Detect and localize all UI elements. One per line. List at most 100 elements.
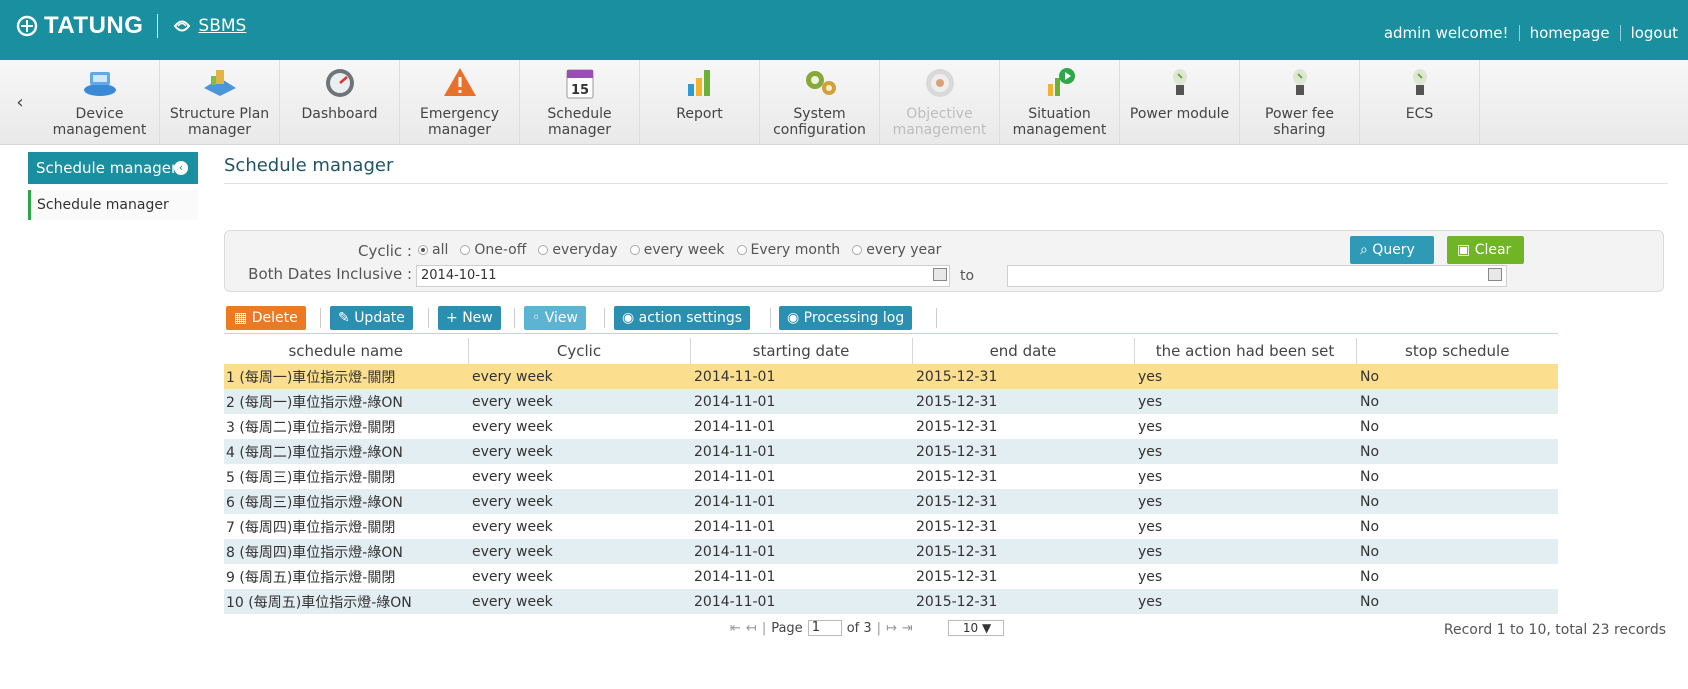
table-row[interactable]: 5 (每周三)車位指示燈-關閉 every week 2014-11-01 2015-… <box>224 464 1558 489</box>
column-header[interactable]: starting date <box>690 338 913 364</box>
table-cell: 2015-12-31 <box>912 364 1134 389</box>
prev-page-icon[interactable]: ↤ <box>746 621 757 636</box>
column-header[interactable]: stop schedule <box>1356 338 1558 364</box>
nav-structure-plan-manager[interactable]: Structure Plan manager <box>160 60 280 144</box>
nav-objective-management[interactable]: Objective management <box>880 60 1000 144</box>
nav-situation-management[interactable]: Situation management <box>1000 60 1120 144</box>
query-button[interactable]: ⌕ Query <box>1350 236 1434 264</box>
sidebar-title: Schedule manager <box>36 159 178 177</box>
top-header: TATUNG SBMS admin welcome! homepage logo… <box>0 0 1688 60</box>
logo-divider <box>157 14 159 38</box>
last-page-icon[interactable]: ⇥ <box>902 621 913 636</box>
table-cell: 7 (每周四)車位指示燈-關閉 <box>226 519 396 536</box>
table-row[interactable]: 10 (每周五)車位指示燈-綠ON every week 2014-11-01 201… <box>224 589 1558 614</box>
date-from-input[interactable]: 2014-10-11 <box>416 265 950 287</box>
update-button[interactable]: ✎ Update <box>330 306 413 330</box>
nav-power-fee-sharing[interactable]: Power fee sharing <box>1240 60 1360 144</box>
radio-dot <box>418 245 428 255</box>
dates-label: Both Dates Inclusive : <box>248 265 412 283</box>
table-cell: every week <box>468 364 690 389</box>
table-cell: every week <box>472 568 553 585</box>
homepage-link[interactable]: homepage <box>1520 24 1620 42</box>
column-header[interactable]: Cyclic <box>468 338 691 364</box>
table-cell: yes <box>1134 364 1356 389</box>
calendar-picker-icon[interactable] <box>933 268 947 281</box>
date-to-input[interactable] <box>1007 265 1507 287</box>
table-cell: yes <box>1138 468 1163 485</box>
column-header[interactable]: the action had been set <box>1134 338 1357 364</box>
table-row[interactable]: 7 (每周四)車位指示燈-關閉 every week 2014-11-01 2015-… <box>224 514 1558 539</box>
svg-text:15: 15 <box>570 83 588 98</box>
table-cell: 2014-11-01 <box>694 468 776 485</box>
nav-prev-button[interactable]: ‹ <box>0 60 40 144</box>
cyclic-radio-every-month[interactable]: Every month <box>736 242 840 258</box>
page-size-select[interactable]: 10 ▼ <box>947 620 1004 636</box>
table-cell: 2014-11-01 <box>690 489 912 514</box>
table-row[interactable]: 4 (每周二)車位指示燈-綠ON every week 2014-11-01 2015… <box>224 439 1558 464</box>
sidebar-header[interactable]: Schedule manager ‹ <box>28 152 198 184</box>
nav-emergency-manager[interactable]: Emergency manager <box>400 60 520 144</box>
toolbar-divider <box>514 308 515 328</box>
table-row[interactable]: 1 (每周一)車位指示燈-關閉 every week 2014-11-01 2015-… <box>224 364 1558 389</box>
cyclic-radio-every-week[interactable]: every week <box>629 242 725 258</box>
nav-power-module[interactable]: Power module <box>1120 60 1240 144</box>
table-row[interactable]: 9 (每周五)車位指示燈-關閉 every week 2014-11-01 2015-… <box>224 564 1558 589</box>
toolbar-rule <box>224 333 1558 334</box>
delete-icon: ▦ <box>234 310 248 326</box>
tatung-logo[interactable]: TATUNG <box>16 12 143 40</box>
module-nav: ‹ Device management Structure Plan manag… <box>0 60 1688 145</box>
nav-dashboard[interactable]: Dashboard <box>280 60 400 144</box>
cyclic-radio-every-year[interactable]: every year <box>852 242 941 258</box>
table-cell: No <box>1360 418 1380 435</box>
play-chart-icon <box>1047 68 1075 96</box>
table-row[interactable]: 3 (每周二)車位指示燈-關閉 every week 2014-11-01 2015-… <box>224 414 1558 439</box>
record-count: Record 1 to 10, total 23 records <box>1443 622 1666 638</box>
tatung-emblem-icon <box>16 15 38 37</box>
sidebar-item-schedule-manager[interactable]: Schedule manager <box>28 190 198 220</box>
column-header[interactable]: end date <box>912 338 1135 364</box>
table-cell: No <box>1356 439 1558 464</box>
nav-system-configuration[interactable]: System configuration <box>760 60 880 144</box>
cyclic-radio-all[interactable]: all <box>418 242 448 258</box>
collapse-icon[interactable]: ‹ <box>174 161 188 175</box>
table-row[interactable]: 6 (每周三)車位指示燈-綠ON every week 2014-11-01 2015… <box>224 489 1558 514</box>
table-cell: 2015-12-31 <box>912 439 1134 464</box>
column-header[interactable]: schedule name <box>224 338 469 364</box>
radio-dot <box>852 245 863 255</box>
table-cell: 2014-11-01 <box>690 364 912 389</box>
next-page-icon[interactable]: ↦ <box>886 621 897 636</box>
processing-log-button[interactable]: ◉ Processing log <box>779 306 913 330</box>
bulb-plug-icon <box>1412 69 1427 95</box>
page-title: Schedule manager <box>224 155 394 176</box>
page-number-input[interactable]: 1 <box>807 620 842 636</box>
delete-button[interactable]: ▦ Delete <box>226 306 306 330</box>
table-cell: 10 (每周五)車位指示燈-綠ON <box>224 589 468 614</box>
nav-schedule-manager[interactable]: 15 Schedule manager <box>520 60 640 144</box>
table-row[interactable]: 2 (每周一)車位指示燈-綠ON every week 2014-11-01 2015… <box>224 389 1558 414</box>
nav-report[interactable]: Report <box>640 60 760 144</box>
calendar-picker-icon[interactable] <box>1488 268 1502 281</box>
gears-icon <box>805 71 836 95</box>
cyclic-radio-everyday[interactable]: everyday <box>538 242 618 258</box>
table-cell: 2014-11-01 <box>694 418 776 435</box>
logout-link[interactable]: logout <box>1621 24 1688 42</box>
table-cell: No <box>1356 489 1558 514</box>
radio-dot <box>736 245 747 255</box>
nav-device-management[interactable]: Device management <box>40 60 160 144</box>
table-cell: 5 (每周三)車位指示燈-關閉 <box>226 469 396 486</box>
radio-dot <box>538 245 549 255</box>
table-cell: every week <box>472 418 553 435</box>
clear-button[interactable]: ▣ Clear <box>1447 236 1524 264</box>
admin-welcome-link[interactable]: admin welcome! <box>1374 24 1519 42</box>
new-button[interactable]: + New <box>438 306 501 330</box>
view-button[interactable]: ◦ View <box>524 306 586 330</box>
nav-ecs[interactable]: ECS <box>1360 60 1480 144</box>
first-page-icon[interactable]: ⇤ <box>730 621 741 636</box>
table-row[interactable]: 8 (每周四)車位指示燈-綠ON every week 2014-11-01 2015… <box>224 539 1558 564</box>
sbms-logo[interactable]: SBMS <box>172 16 246 36</box>
title-divider <box>224 183 1668 184</box>
page-count: of 3 <box>846 620 872 636</box>
cyclic-radio-one-off[interactable]: One-off <box>460 242 526 258</box>
action-settings-button[interactable]: ◉ action settings <box>614 306 751 330</box>
bulb-plug-icon <box>1292 69 1307 95</box>
